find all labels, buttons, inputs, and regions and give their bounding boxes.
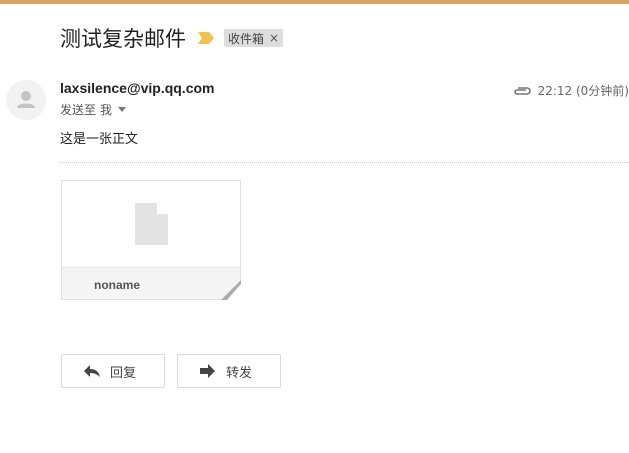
- show-details-chevron-down-icon[interactable]: [118, 107, 127, 112]
- message-body: 这是一张正文: [60, 132, 139, 147]
- attachment-thumbnail: [62, 181, 240, 267]
- sender-avatar: [6, 80, 46, 120]
- label-chip-inbox: 收件箱 ×: [224, 29, 284, 47]
- forward-button[interactable]: 转发: [177, 354, 281, 388]
- page-fold-corner: [221, 280, 241, 300]
- reply-button[interactable]: 回复: [61, 354, 165, 388]
- importance-marker-icon[interactable]: [198, 32, 214, 44]
- attachment-filename: noname: [94, 278, 141, 292]
- attachment-card[interactable]: noname: [61, 180, 241, 300]
- forward-button-label: 转发: [226, 365, 253, 381]
- recipient-row[interactable]: 发送至 我: [60, 101, 127, 118]
- remove-label-button[interactable]: ×: [269, 31, 279, 45]
- message-meta: 22:12 (0分钟前): [512, 82, 629, 99]
- message-time: 22:12 (0分钟前): [537, 84, 629, 98]
- label-chip-text: 收件箱: [228, 31, 265, 46]
- paperclip-icon: [513, 86, 531, 95]
- subject-row: 测试复杂邮件 收件箱 ×: [60, 22, 284, 54]
- message-subject: 测试复杂邮件: [60, 27, 186, 51]
- body-divider: [60, 162, 629, 163]
- top-accent-bar: [0, 0, 629, 4]
- file-icon: [135, 203, 168, 245]
- forward-arrow-icon: [200, 364, 215, 378]
- recipient-name: 我: [100, 103, 113, 117]
- reply-button-label: 回复: [110, 365, 137, 381]
- recipient-prefix: 发送至: [60, 103, 97, 117]
- person-avatar-icon: [17, 91, 35, 108]
- reply-arrow-icon: [84, 365, 100, 377]
- sender-address[interactable]: laxsilence@vip.qq.com: [60, 80, 215, 96]
- attachment-footer: noname: [62, 267, 240, 299]
